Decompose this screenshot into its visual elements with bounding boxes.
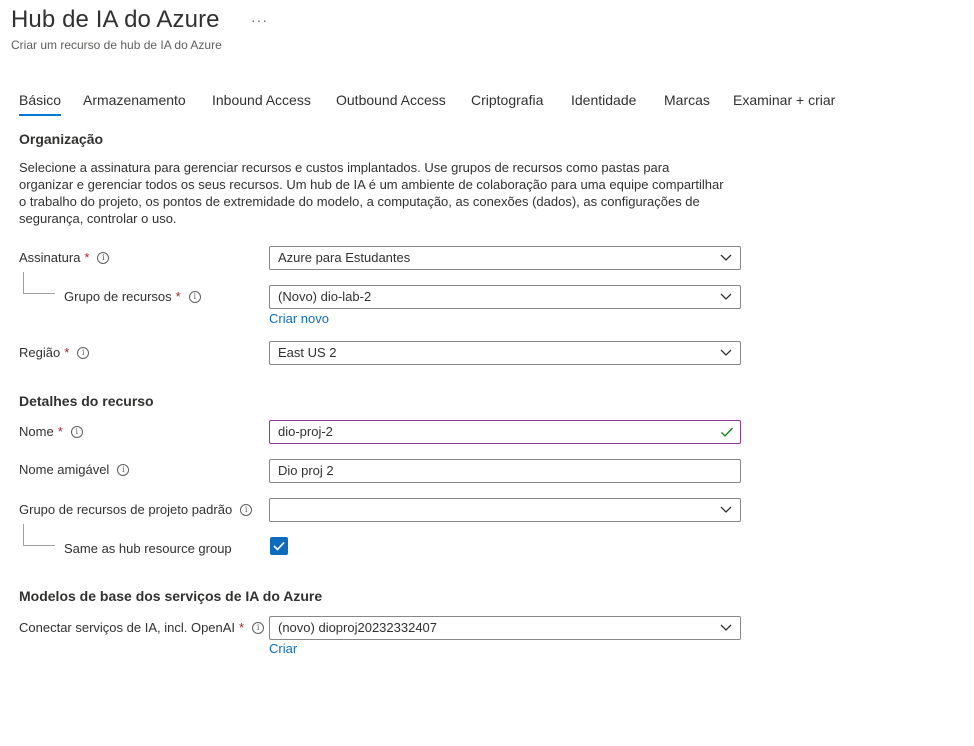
tab-outbound-access[interactable]: Outbound Access [336,90,446,118]
conectar-label-text: Conectar serviços de IA, incl. OpenAI [19,620,236,635]
grupo-recursos-label: Grupo de recursos * i [64,289,201,304]
tree-connector [23,272,55,294]
tab-criptografia[interactable]: Criptografia [471,90,543,118]
regiao-label: Região * i [19,345,90,360]
chevron-down-icon [720,254,732,261]
tab-marcas[interactable]: Marcas [664,90,710,118]
nome-amigavel-input[interactable]: Dio proj 2 [269,459,741,483]
regiao-value: East US 2 [278,345,337,360]
same-as-hub-label: Same as hub resource group [64,541,232,556]
info-icon[interactable]: i [77,346,90,359]
conectar-dropdown[interactable]: (novo) dioproj20232332407 [269,616,741,640]
criar-novo-link[interactable]: Criar novo [269,311,329,326]
assinatura-dropdown[interactable]: Azure para Estudantes [269,246,741,270]
grupo-projeto-label: Grupo de recursos de projeto padrão i [19,502,253,517]
tab-examinar-criar[interactable]: Examinar + criar [733,90,835,118]
info-icon[interactable]: i [240,503,253,516]
tab-inbound-access[interactable]: Inbound Access [212,90,311,118]
info-icon[interactable]: i [188,290,201,303]
nome-label: Nome * i [19,424,83,439]
nome-input[interactable]: dio-proj-2 [269,420,741,444]
required-marker: * [64,345,70,360]
chevron-down-icon [720,349,732,356]
tree-connector [23,524,55,546]
regiao-label-text: Região [19,345,61,360]
checkmark-icon [721,427,733,437]
nome-amigavel-label: Nome amigável i [19,462,130,477]
info-icon[interactable]: i [252,621,265,634]
nome-label-text: Nome [19,424,54,439]
page-title: Hub de IA do Azure [11,6,220,33]
tab-identidade[interactable]: Identidade [571,90,636,118]
tab-armazenamento[interactable]: Armazenamento [83,90,186,118]
info-icon[interactable]: i [70,425,83,438]
section-title-modelos: Modelos de base dos serviços de IA do Az… [19,588,323,604]
conectar-label: Conectar serviços de IA, incl. OpenAI * … [19,620,265,635]
info-icon[interactable]: i [97,251,110,264]
checkbox-checked-icon [273,541,285,551]
chevron-down-icon [720,506,732,513]
grupo-recursos-dropdown[interactable]: (Novo) dio-lab-2 [269,285,741,309]
chevron-down-icon [720,293,732,300]
assinatura-value: Azure para Estudantes [278,250,411,265]
nome-value: dio-proj-2 [278,424,333,439]
tab-basico[interactable]: Básico [19,90,62,118]
page-subtitle: Criar um recurso de hub de IA do Azure [11,38,222,52]
assinatura-label-text: Assinatura [19,250,81,265]
chevron-down-icon [720,624,732,631]
info-icon[interactable]: i [117,463,130,476]
required-marker: * [57,424,63,439]
conectar-value: (novo) dioproj20232332407 [278,620,438,635]
nome-amigavel-value: Dio proj 2 [278,463,334,478]
section-description: Selecione a assinatura para gerenciar re… [19,160,724,226]
required-marker: * [84,250,90,265]
criar-link[interactable]: Criar [269,641,297,656]
grupo-projeto-label-text: Grupo de recursos de projeto padrão [19,502,233,517]
nome-amigavel-label-text: Nome amigável [19,462,110,477]
assinatura-label: Assinatura * i [19,250,110,265]
section-title-organizacao: Organização [19,131,104,147]
required-marker: * [239,620,245,635]
grupo-projeto-dropdown[interactable] [269,498,741,522]
same-as-hub-checkbox[interactable] [270,537,288,555]
required-marker: * [175,289,181,304]
section-title-detalhes: Detalhes do recurso [19,393,154,409]
more-options-icon[interactable]: ··· [251,12,268,28]
grupo-recursos-value: (Novo) dio-lab-2 [278,289,372,304]
grupo-recursos-label-text: Grupo de recursos [64,289,172,304]
regiao-dropdown[interactable]: East US 2 [269,341,741,365]
